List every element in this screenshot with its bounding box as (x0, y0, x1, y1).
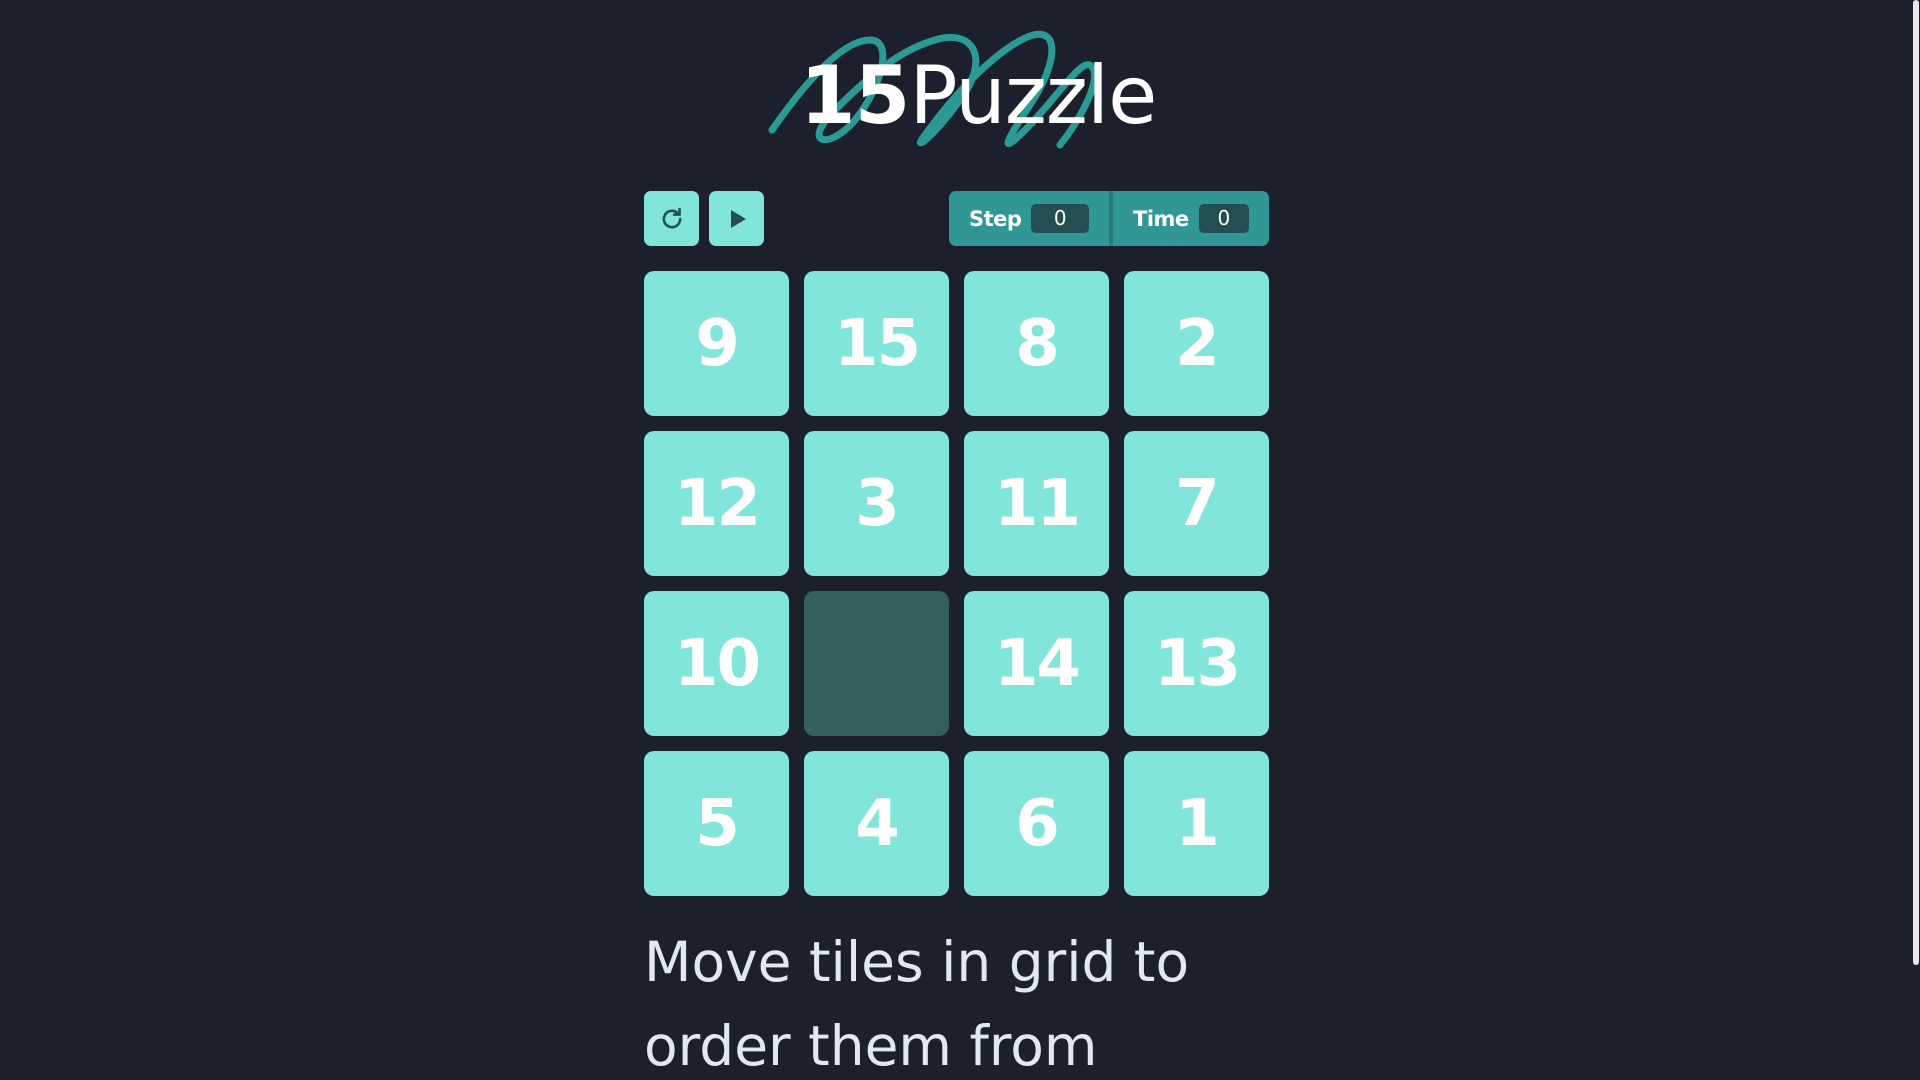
stats-panel: Step 0 Time 0 (949, 191, 1269, 246)
scrollbar-thumb[interactable] (1913, 0, 1919, 965)
title-number: 15 (800, 49, 910, 142)
tile[interactable]: 9 (644, 271, 789, 416)
step-label: Step (969, 206, 1022, 231)
tile[interactable]: 2 (1124, 271, 1269, 416)
instructions-text: Move tiles in grid to order them from (644, 930, 1190, 1078)
puzzle-board: 9 15 8 2 12 3 11 7 10 14 13 5 4 6 1 (644, 271, 1269, 896)
restart-icon (662, 207, 681, 228)
step-value: 0 (1031, 204, 1089, 233)
step-counter: Step 0 (949, 191, 1109, 246)
tile[interactable]: 10 (644, 591, 789, 736)
tile[interactable]: 3 (804, 431, 949, 576)
empty-slot (804, 591, 949, 736)
tile[interactable]: 11 (964, 431, 1109, 576)
page-title: 15Puzzle (760, 20, 1160, 170)
tile[interactable]: 6 (964, 751, 1109, 896)
page: 15Puzzle Step 0 Time 0 9 15 8 2 12 3 11 … (0, 0, 1920, 1080)
tile[interactable]: 14 (964, 591, 1109, 736)
tile[interactable]: 5 (644, 751, 789, 896)
tile[interactable]: 4 (804, 751, 949, 896)
time-value: 0 (1198, 204, 1249, 233)
play-icon (730, 209, 746, 228)
tile[interactable]: 8 (964, 271, 1109, 416)
scrollbar[interactable] (1912, 0, 1920, 1080)
title-text: 15Puzzle (800, 56, 1157, 136)
time-label: Time (1133, 206, 1189, 231)
tile[interactable]: 13 (1124, 591, 1269, 736)
title-word: Puzzle (909, 49, 1157, 142)
play-button[interactable] (709, 191, 764, 246)
tile[interactable]: 1 (1124, 751, 1269, 896)
controls-bar: Step 0 Time 0 (644, 191, 1269, 246)
tile[interactable]: 12 (644, 431, 789, 576)
restart-button[interactable] (644, 191, 699, 246)
tile[interactable]: 15 (804, 271, 949, 416)
time-counter: Time 0 (1109, 191, 1269, 246)
tile[interactable]: 7 (1124, 431, 1269, 576)
